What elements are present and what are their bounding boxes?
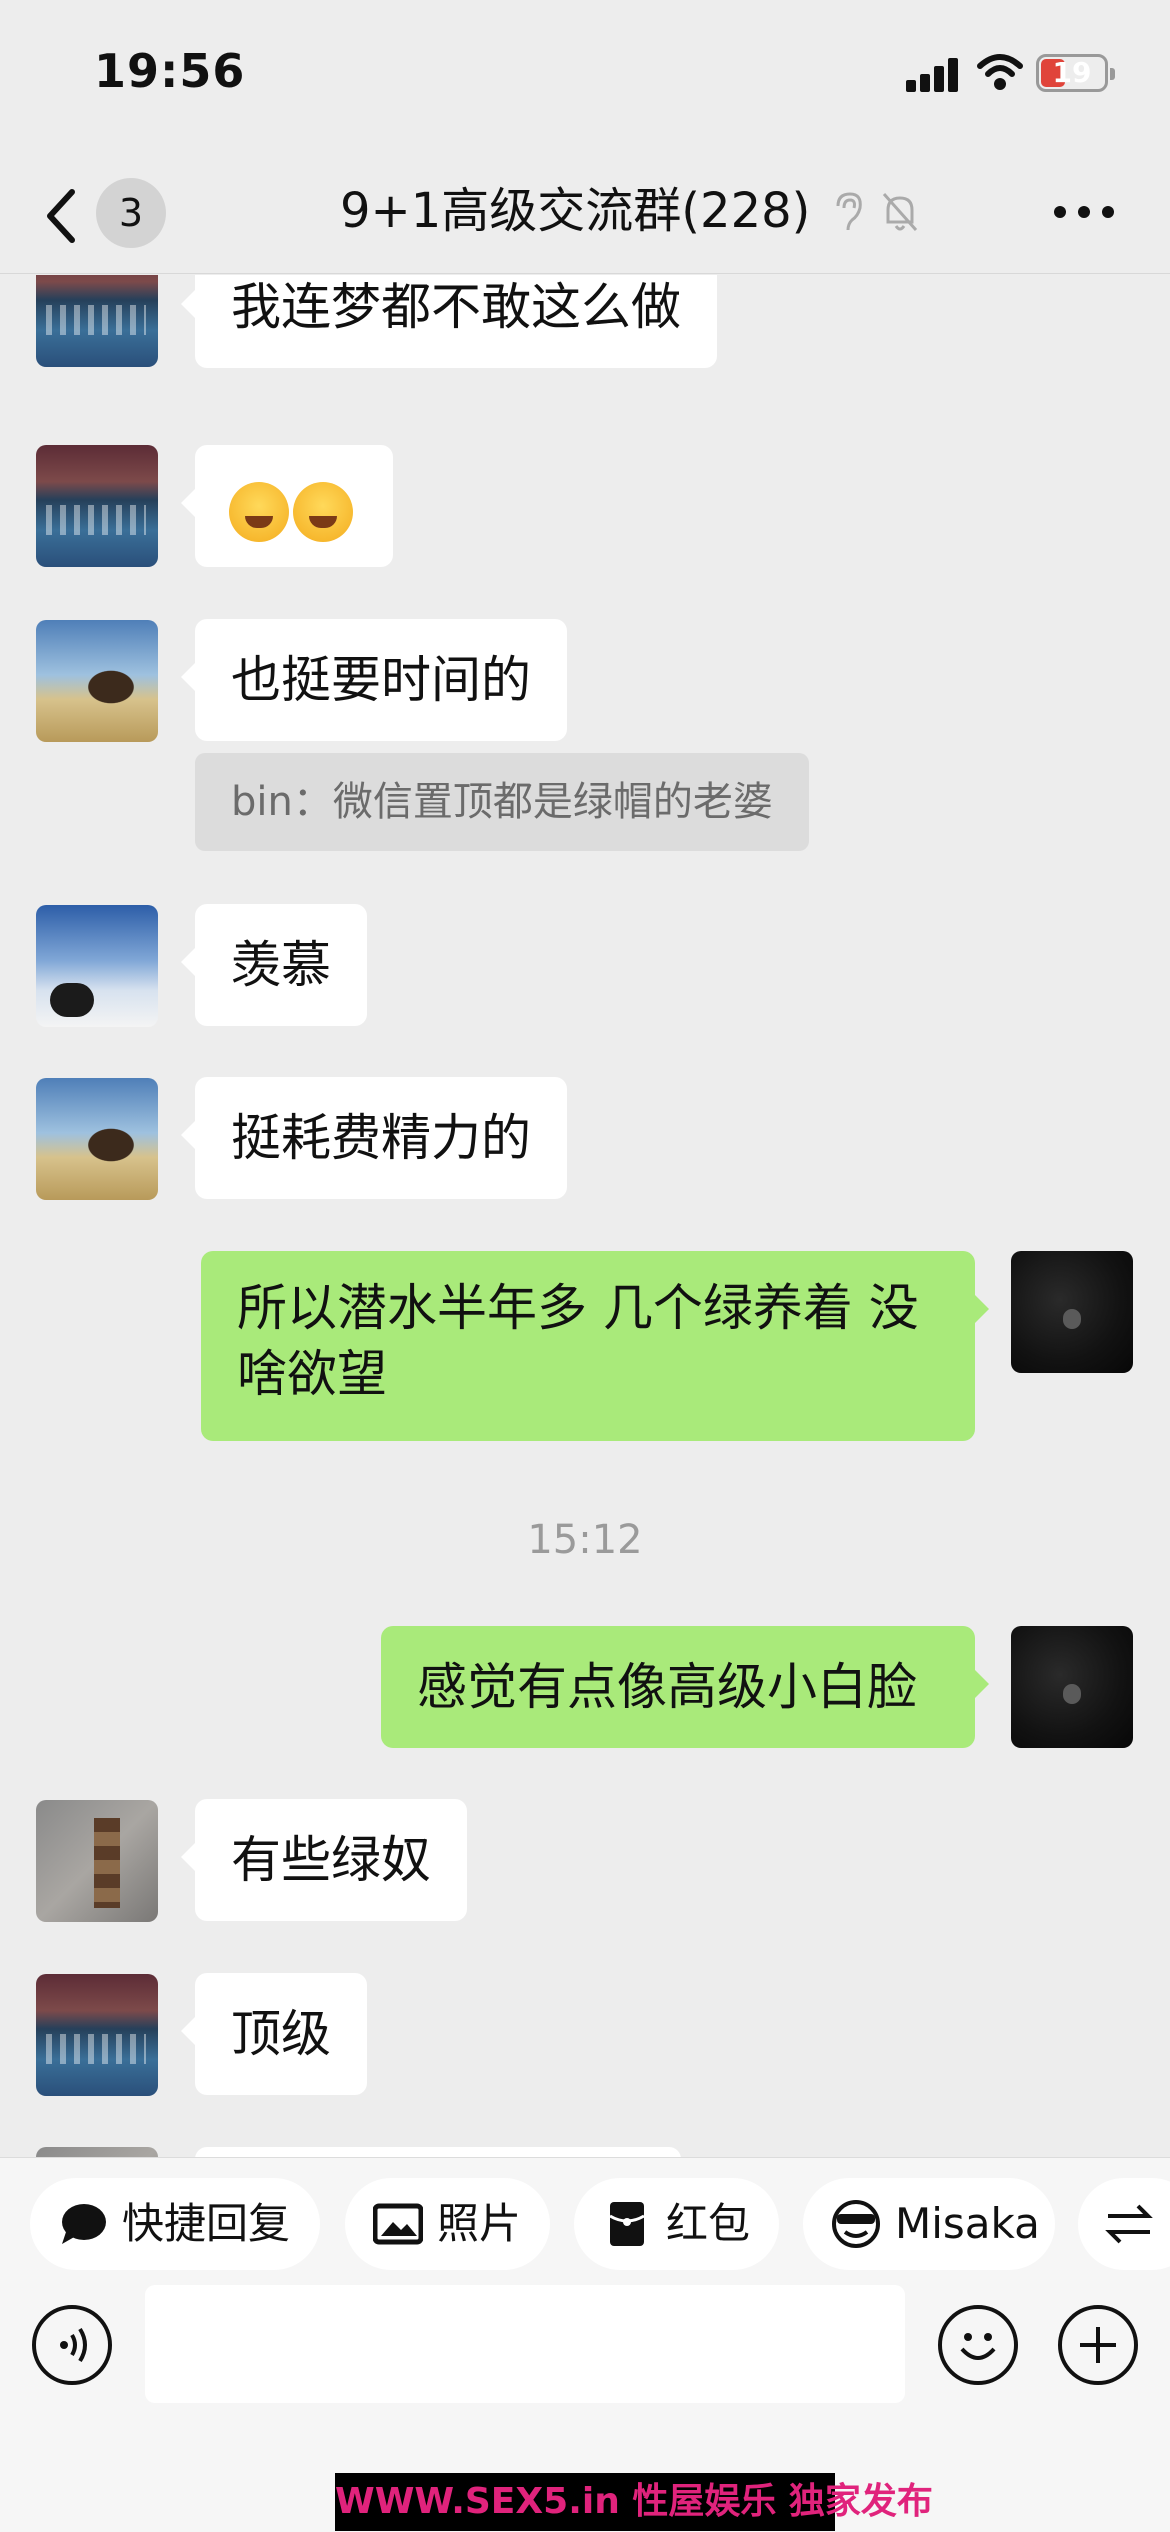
avatar[interactable] <box>36 1078 158 1200</box>
message-input[interactable] <box>145 2285 905 2403</box>
message-bubble[interactable]: 挺耗费精力的 <box>181 1077 567 1199</box>
muted-bell-icon <box>882 193 918 231</box>
message-bubble[interactable]: 也挺要时间的 <box>181 619 567 741</box>
red-packet-button[interactable]: 红包 <box>574 2178 779 2270</box>
red-packet-icon <box>609 2202 645 2246</box>
plus-icon <box>1080 2327 1116 2363</box>
back-chevron-icon[interactable] <box>40 186 80 246</box>
group-title: 9+1高级交流群(228) <box>340 183 811 239</box>
voice-waves-icon <box>60 2327 87 2363</box>
avatar[interactable] <box>36 275 158 367</box>
chat-header: 3 9+1高级交流群(228) <box>0 150 1170 274</box>
my-avatar[interactable] <box>1011 1626 1133 1748</box>
red-packet-label: 红包 <box>666 2199 751 2248</box>
misaka-button[interactable]: Misaka <box>803 2178 1055 2270</box>
swap-arrows-icon <box>1105 2204 1153 2244</box>
watermark-banner: WWW.SEX5.in 性屋娱乐 独家发布 <box>335 2473 933 2531</box>
battery-icon: 19 <box>1036 54 1115 92</box>
battery-level: 19 <box>1052 56 1092 89</box>
photo-label: 照片 <box>437 2199 522 2248</box>
ear-icon <box>836 192 862 231</box>
message-bubble[interactable]: 我连梦都不敢这么做 <box>181 275 717 368</box>
message-bubble[interactable] <box>181 445 393 567</box>
quick-action-bar: 快捷回复 照片 红包 Misaka <box>0 2157 1170 2277</box>
more-options-icon[interactable] <box>1054 206 1114 220</box>
photo-button[interactable]: 照片 <box>345 2178 550 2270</box>
avatar[interactable] <box>36 1800 158 1922</box>
switch-button[interactable] <box>1078 2178 1170 2270</box>
unread-count-badge[interactable]: 3 <box>96 178 166 248</box>
chat-messages[interactable]: 我连梦都不敢这么做 也挺要时间的 bin：微信置顶都是绿帽的老婆 羡慕 挺耗费精… <box>0 275 1170 2157</box>
wifi-icon <box>977 54 1023 90</box>
my-avatar[interactable] <box>1011 1251 1133 1373</box>
crying-laughing-emoji-icon <box>293 481 353 542</box>
message-bubble[interactable]: 顶级 <box>181 1973 367 2095</box>
misaka-label: Misaka <box>895 2199 1040 2248</box>
avatar[interactable] <box>36 445 158 567</box>
message-bubble[interactable]: 羡慕 <box>181 904 367 1026</box>
smiley-icon <box>960 2333 996 2360</box>
avatar[interactable] <box>36 2147 158 2157</box>
message-timestamp: 15:12 <box>527 1517 643 1563</box>
message-bubble[interactable] <box>195 2147 681 2157</box>
my-message-bubble[interactable]: 感觉有点像高级小白脸 <box>381 1626 989 1748</box>
footer: WWW.SEX5.in 性屋娱乐 独家发布 <box>0 2437 1170 2532</box>
status-bar: 19:56 19 <box>0 0 1170 150</box>
status-time: 19:56 <box>94 44 246 98</box>
voice-input-icon[interactable] <box>32 2305 112 2385</box>
avatar[interactable] <box>36 905 158 1027</box>
input-bar <box>0 2277 1170 2437</box>
quick-reply-button[interactable]: 快捷回复 <box>30 2178 320 2270</box>
my-message-bubble[interactable]: 所以潜水半年多 几个绿养着 没啥欲望 <box>201 1251 989 1441</box>
image-icon <box>373 2203 423 2245</box>
plus-button-icon[interactable] <box>1058 2305 1138 2385</box>
message-bubble[interactable]: 有些绿奴 <box>181 1799 467 1921</box>
chat-bubble-icon <box>62 2204 106 2244</box>
cellular-signal-icon <box>906 58 962 92</box>
quick-reply-label: 快捷回复 <box>122 2199 291 2248</box>
avatar[interactable] <box>36 1974 158 2096</box>
crying-laughing-emoji-icon <box>229 481 289 542</box>
quoted-reply[interactable]: bin：微信置顶都是绿帽的老婆 <box>195 753 809 851</box>
avatar[interactable] <box>36 620 158 742</box>
cool-face-icon <box>832 2200 880 2248</box>
emoji-button-icon[interactable] <box>938 2305 1018 2385</box>
